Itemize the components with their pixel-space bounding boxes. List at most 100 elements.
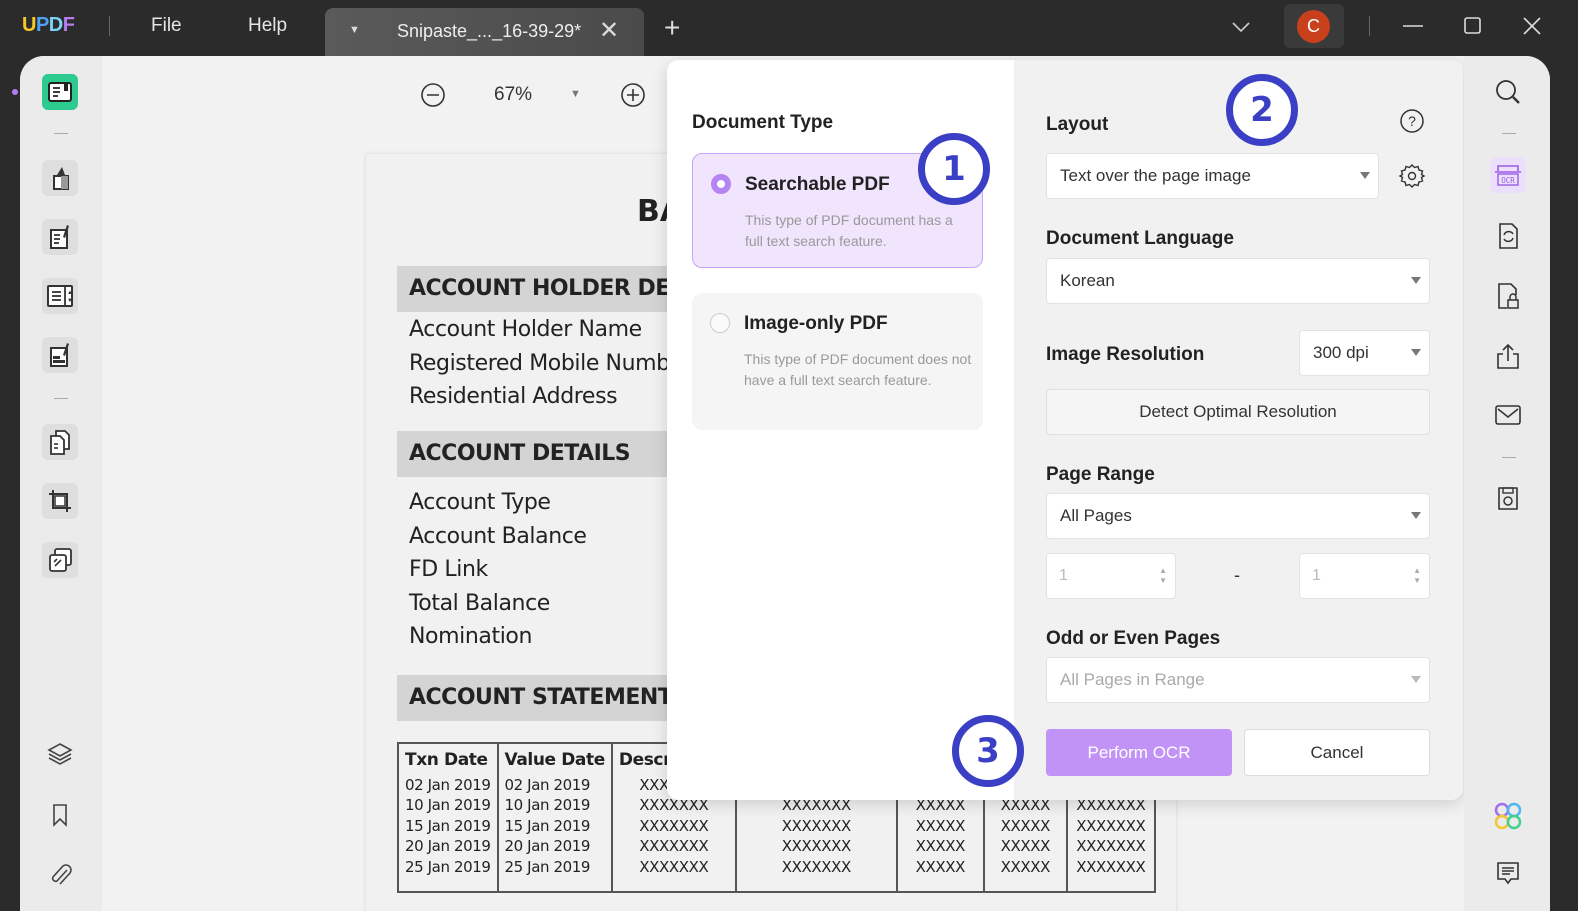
cancel-button[interactable]: Cancel (1244, 729, 1430, 776)
logo-letter: F (62, 14, 75, 36)
layout-select[interactable]: Text over the page image (1046, 153, 1379, 199)
ocr-dialog: Document Type Searchable PDF This type o… (667, 60, 1463, 800)
caret-down-icon (1411, 676, 1421, 683)
minimize-icon[interactable] (1402, 16, 1424, 36)
ocr-button[interactable]: OCR (1490, 157, 1526, 193)
title-bar: UPDF File Help ▼ Snipaste_..._16-39-29* … (0, 0, 1578, 56)
reader-icon (48, 82, 72, 102)
caret-down-icon (1411, 277, 1421, 284)
table-cell: XXXXX (982, 815, 1068, 836)
field-label: Nomination (409, 624, 533, 649)
tab-dropdown-icon[interactable]: ▼ (349, 24, 360, 36)
account-button[interactable]: C (1284, 4, 1344, 48)
range-from-input[interactable]: 1 ▲ ▼ (1046, 553, 1176, 599)
crop-icon (49, 490, 71, 512)
option-image-only-pdf[interactable]: Image-only PDF This type of PDF document… (692, 293, 983, 430)
bookmark-icon (53, 804, 67, 827)
ai-assistant-button[interactable] (1490, 798, 1526, 834)
odd-even-select[interactable]: All Pages in Range (1046, 657, 1430, 703)
field-label: Account Type (409, 490, 551, 515)
range-to-input[interactable]: 1 ▲ ▼ (1299, 553, 1430, 599)
ai-assistant-icon (1494, 802, 1522, 830)
menu-help[interactable]: Help (248, 15, 287, 37)
table-row: 25 Jan 2019 25 Jan 2019 XXXXXXX XXXXXXX XXXX… (397, 856, 1156, 892)
zoom-level[interactable]: 67% (494, 84, 532, 106)
protect-button[interactable] (1490, 278, 1526, 314)
table-cell: XXXXXXX (610, 836, 737, 857)
maximize-icon[interactable] (1463, 16, 1483, 36)
tab-title: Snipaste_..._16-39-29* (397, 21, 582, 41)
document-tab[interactable]: ▼ Snipaste_..._16-39-29* ✕ (325, 8, 644, 56)
help-icon[interactable]: ? (1399, 108, 1425, 134)
updf-logo: UPDF (22, 14, 75, 37)
save-button[interactable] (1490, 480, 1526, 516)
organize-pages-icon (50, 430, 70, 455)
attachment-button[interactable] (42, 857, 78, 893)
page-range-select[interactable]: All Pages (1046, 493, 1430, 539)
range-to-value: 1 (1312, 567, 1321, 584)
field-label: FD Link (409, 557, 488, 582)
resolution-label: Image Resolution (1046, 344, 1205, 365)
field-label: Account Holder Name (409, 317, 642, 342)
table-row: 15 Jan 2019 15 Jan 2019 XXXXXXX XXXXXXX XXXX… (397, 815, 1156, 836)
table-cell: XXXXXXX (1065, 836, 1156, 857)
highlight-tool-button[interactable] (42, 160, 78, 196)
svg-text:▲: ▲ (67, 290, 73, 296)
language-select[interactable]: Korean (1046, 258, 1430, 304)
table-cell: 20 Jan 2019 (496, 836, 613, 857)
zoom-bar: 67% ▼ (420, 78, 670, 112)
table-cell: XXXXXXX (610, 856, 737, 892)
field-label: Residential Address (409, 384, 618, 409)
search-button[interactable] (1490, 74, 1526, 110)
crop-tool-button[interactable] (42, 483, 78, 519)
resolution-select[interactable]: 300 dpi (1299, 330, 1430, 376)
zoom-out-icon[interactable] (420, 82, 446, 108)
menu-file[interactable]: File (151, 15, 182, 37)
layers-button[interactable] (42, 736, 78, 772)
field-label: Total Balance (409, 591, 550, 616)
edit-pdf-tool-button[interactable] (42, 219, 78, 255)
ocr-settings-panel: Layout ? Text over the page image Docume… (1014, 60, 1463, 800)
form-tool-button[interactable]: ▲ ▼ (42, 278, 78, 314)
zoom-dropdown-icon[interactable]: ▼ (570, 88, 581, 100)
detect-resolution-button[interactable]: Detect Optimal Resolution (1046, 389, 1430, 435)
radio-selected[interactable] (711, 174, 731, 194)
protect-icon (1498, 283, 1519, 309)
perform-ocr-button[interactable]: Perform OCR (1046, 729, 1232, 776)
zoom-in-icon[interactable] (620, 82, 646, 108)
comment-button[interactable] (1490, 856, 1526, 892)
email-button[interactable] (1490, 397, 1526, 433)
stepper-arrows[interactable]: ▲ ▼ (1159, 566, 1167, 586)
sign-tool-button[interactable] (42, 337, 78, 373)
column-header: Txn Date (397, 743, 499, 775)
share-button[interactable] (1490, 338, 1526, 374)
odd-even-value: All Pages in Range (1060, 670, 1205, 689)
highlight-icon (53, 167, 69, 190)
comment-icon (1497, 862, 1519, 885)
add-tab-button[interactable]: + (664, 14, 680, 42)
annotation-step-3: 3 (952, 715, 1024, 787)
table-cell: 25 Jan 2019 (397, 856, 499, 892)
table-cell: XXXXXXX (1065, 856, 1156, 892)
table-cell: XXXXX (982, 836, 1068, 857)
table-row: 20 Jan 2019 20 Jan 2019 XXXXXXX XXXXXXX XXXX… (397, 836, 1156, 857)
watermark-tool-button[interactable] (42, 542, 78, 578)
table-cell: 20 Jan 2019 (397, 836, 499, 857)
share-icon (1497, 343, 1519, 369)
settings-gear-icon[interactable] (1398, 162, 1426, 190)
radio-unselected[interactable] (710, 313, 730, 333)
close-window-icon[interactable] (1522, 16, 1542, 36)
svg-text:OCR: OCR (1501, 176, 1515, 185)
bookmark-button[interactable] (42, 797, 78, 833)
reader-tool-button[interactable] (42, 74, 78, 110)
tab-close-icon[interactable]: ✕ (599, 16, 619, 45)
convert-button[interactable] (1490, 218, 1526, 254)
chevron-down-icon[interactable] (1231, 20, 1251, 34)
stepper-arrows[interactable]: ▲ ▼ (1413, 566, 1421, 586)
avatar[interactable]: C (1297, 10, 1330, 43)
table-cell: 10 Jan 2019 (397, 795, 499, 816)
document-type-label: Document Type (692, 112, 834, 133)
organize-pages-tool-button[interactable] (42, 424, 78, 460)
layout-label: Layout (1046, 114, 1109, 135)
form-icon: ▲▼ (47, 285, 73, 307)
